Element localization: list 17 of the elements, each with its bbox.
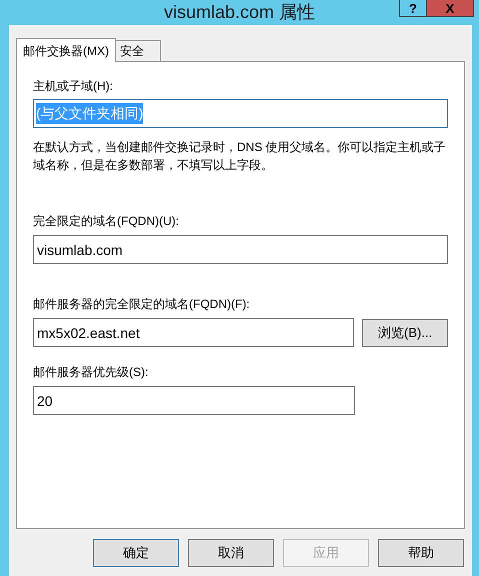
- dialog-button[interactable]: 帮助: [378, 539, 464, 567]
- window-title: visumlab.com 属性: [164, 1, 316, 24]
- priority-field[interactable]: 20: [33, 386, 355, 415]
- description-text: 在默认方式，当创建邮件交换记录时，DNS 使用父域名。你可以指定主机或子域名称，但是在多数部署，不填写以上字段。: [33, 139, 447, 174]
- server-field[interactable]: mx5x02.east.net: [33, 318, 354, 347]
- fqdn-field[interactable]: visumlab.com: [33, 235, 448, 264]
- browse-button[interactable]: 浏览(B)...: [362, 318, 448, 346]
- tab[interactable]: 安全: [116, 40, 161, 61]
- field-label: 完全限定的域名(FQDN)(U):: [33, 213, 180, 230]
- close-button[interactable]: X: [427, 0, 474, 17]
- tab[interactable]: 邮件交换器(MX): [16, 38, 116, 62]
- field-value: (与父文件夹相同): [36, 103, 144, 124]
- field-label: 邮件服务器的完全限定的域名(FQDN)(F):: [33, 296, 251, 313]
- dialog-button[interactable]: 取消: [188, 539, 274, 567]
- field-label: 主机或子域(H):: [33, 78, 114, 95]
- dialog-button[interactable]: 确定: [93, 539, 179, 567]
- field-label: 邮件服务器优先级(S):: [33, 364, 150, 381]
